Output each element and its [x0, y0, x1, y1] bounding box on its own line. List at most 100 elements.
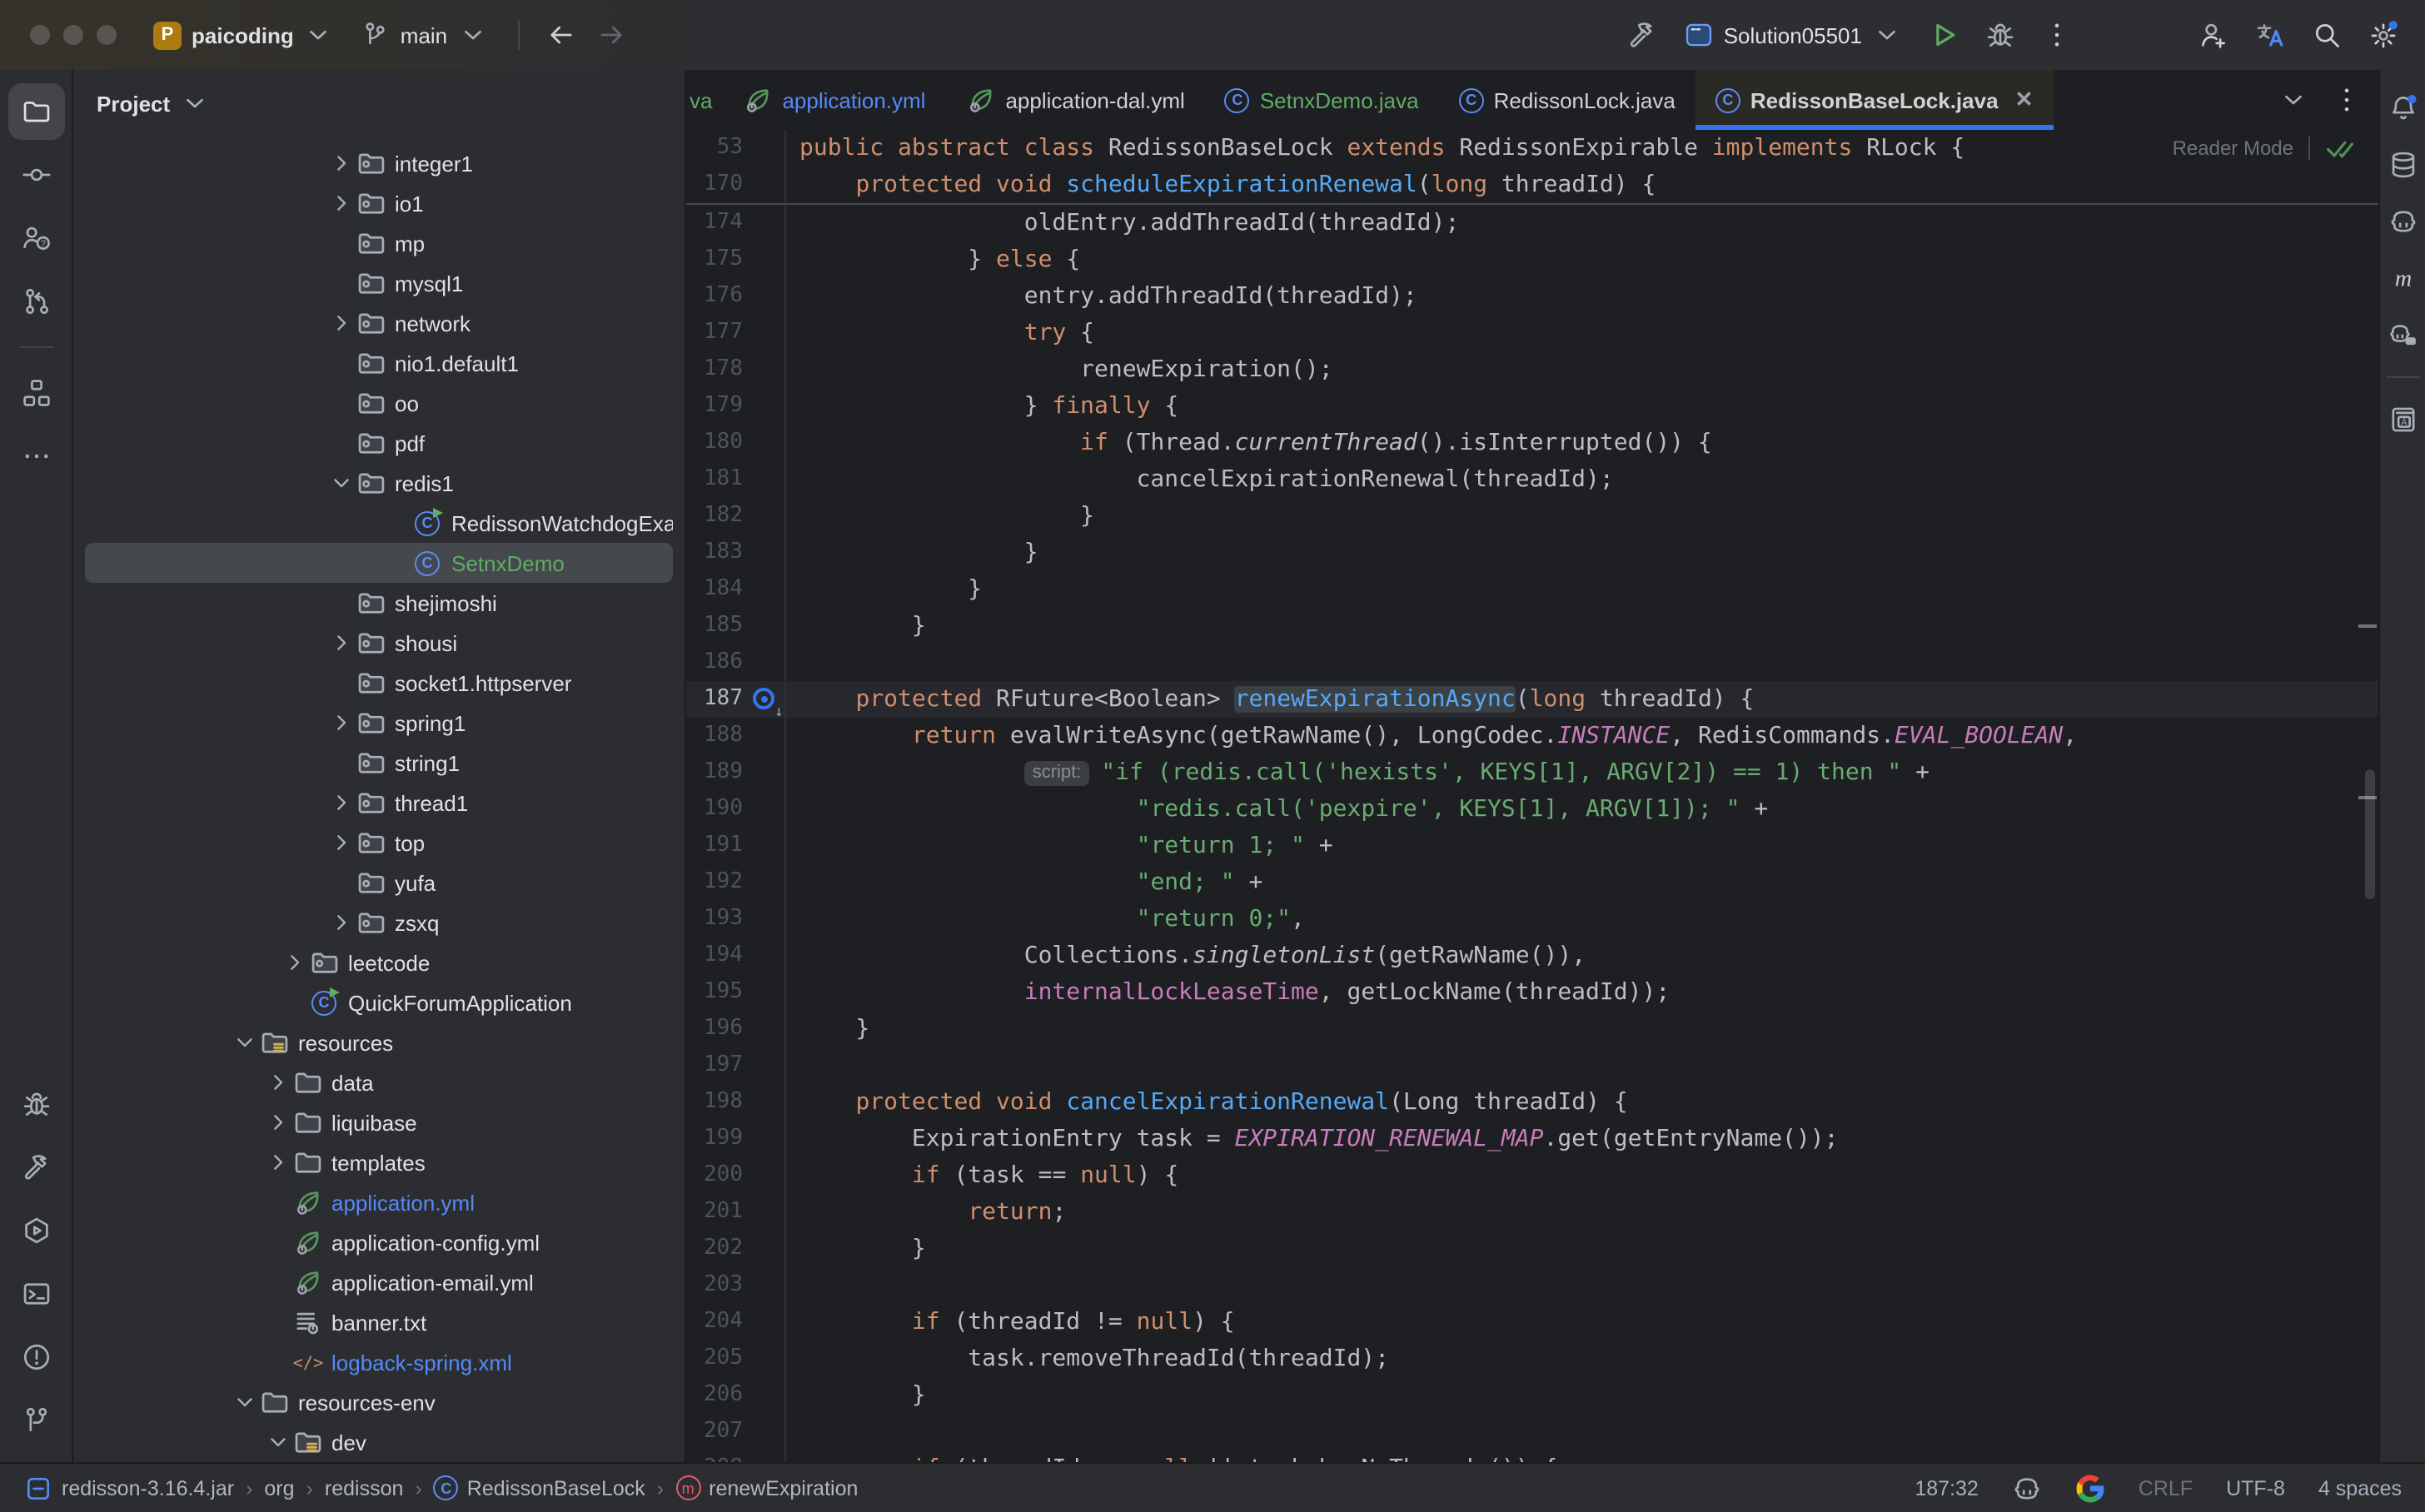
maximize-window-button[interactable]: [97, 25, 117, 45]
tool-more-button[interactable]: [7, 428, 64, 485]
close-tab-icon[interactable]: ✕: [2015, 87, 2034, 113]
line-number[interactable]: 204: [686, 1304, 743, 1340]
line-number[interactable]: 191: [686, 828, 743, 864]
chevron-down-icon[interactable]: [326, 470, 356, 496]
tree-item-io1[interactable]: io1: [85, 183, 673, 223]
line-number[interactable]: 180: [686, 425, 743, 461]
chevron-down-icon[interactable]: [230, 1029, 260, 1056]
breadcrumb-redisson[interactable]: redisson: [325, 1476, 404, 1500]
tree-item-yufa[interactable]: yufa: [85, 863, 673, 903]
line-number[interactable]: 185: [686, 608, 743, 644]
chevron-right-icon[interactable]: [265, 1107, 291, 1137]
chevron-down-icon[interactable]: [230, 1389, 260, 1415]
tree-item-application-email-yml[interactable]: application-email.yml: [85, 1262, 673, 1302]
breadcrumb-renewexpiration[interactable]: m renewExpiration: [675, 1475, 858, 1500]
chevron-right-icon[interactable]: [328, 148, 355, 178]
tab-application-dal-yml[interactable]: application-dal.yml: [945, 70, 1204, 130]
tree-item-liquibase[interactable]: liquibase: [85, 1102, 673, 1142]
tool-maven-button[interactable]: m: [2381, 253, 2424, 303]
reader-mode-label[interactable]: Reader Mode: [2173, 137, 2293, 160]
tab-redissonlock-java[interactable]: C RedissonLock.java: [1439, 70, 1696, 130]
editor-area[interactable]: va application.yml application-dal.yml C Set…: [686, 70, 2378, 1462]
caret-position[interactable]: 187:32: [1915, 1476, 1978, 1500]
tool-problems-button[interactable]: [7, 1329, 64, 1385]
line-number[interactable]: 196: [686, 1011, 743, 1047]
line-number[interactable]: 200: [686, 1157, 743, 1194]
tool-structure-button[interactable]: [7, 365, 64, 421]
google-icon[interactable]: [2075, 1473, 2105, 1503]
line-number[interactable]: 181: [686, 461, 743, 498]
tree-item-quickforumapplication[interactable]: C QuickForumApplication: [85, 982, 673, 1022]
line-number[interactable]: 205: [686, 1340, 743, 1377]
chevron-right-icon[interactable]: [328, 308, 355, 338]
tree-item-redissonwatchdogexample[interactable]: C RedissonWatchdogExample: [85, 503, 673, 543]
tool-services-button[interactable]: [7, 1202, 64, 1259]
tree-item-network[interactable]: network: [85, 303, 673, 343]
tree-item-top[interactable]: top: [85, 823, 673, 863]
run-configuration-selector[interactable]: Solution05501: [1674, 15, 1912, 55]
search-everywhere-button[interactable]: [2302, 12, 2352, 58]
line-ending-indicator[interactable]: CRLF: [2139, 1476, 2193, 1500]
tool-copilot-button[interactable]: [2381, 196, 2424, 246]
tab-options-button[interactable]: [2322, 77, 2372, 123]
line-number[interactable]: 192: [686, 864, 743, 901]
chevron-right-icon[interactable]: [281, 947, 308, 977]
line-number[interactable]: 176: [686, 278, 743, 315]
tree-item-resources[interactable]: resources: [85, 1022, 673, 1062]
tree-item-string1[interactable]: string1: [85, 743, 673, 783]
scrollbar-mark[interactable]: [2358, 624, 2377, 628]
chevron-down-icon[interactable]: [180, 88, 210, 118]
tree-item-redis1[interactable]: redis1: [85, 463, 673, 503]
forward-button[interactable]: [585, 12, 635, 58]
line-number[interactable]: 189: [686, 754, 743, 791]
tool-dictionary-button[interactable]: A: [2381, 395, 2424, 445]
line-number[interactable]: 188: [686, 718, 743, 754]
tree-item-oo[interactable]: oo: [85, 383, 673, 423]
chevron-right-icon[interactable]: [328, 708, 355, 738]
line-number[interactable]: 182: [686, 498, 743, 535]
tab-setnxdemo-java[interactable]: C SetnxDemo.java: [1205, 70, 1439, 130]
line-number[interactable]: 198: [686, 1084, 743, 1121]
tool-build-button[interactable]: [7, 1139, 64, 1196]
tree-item-dev[interactable]: dev: [85, 1422, 673, 1462]
tree-item-leetcode[interactable]: leetcode: [85, 943, 673, 982]
line-number[interactable]: 170: [686, 167, 743, 203]
tab-application-yml[interactable]: application.yml: [722, 70, 945, 130]
code-viewport[interactable]: 174 oldEntry.addThreadId(threadId); 175 }…: [686, 205, 2378, 1462]
line-number[interactable]: 179: [686, 388, 743, 425]
tool-notifications-button[interactable]: [2381, 83, 2424, 133]
line-number[interactable]: 195: [686, 974, 743, 1011]
branch-widget[interactable]: main: [347, 13, 500, 57]
overridden-method-gutter-icon[interactable]: ↓: [749, 681, 786, 721]
line-number[interactable]: 175: [686, 241, 743, 278]
tree-item-socket1-httpserver[interactable]: socket1.httpserver: [85, 663, 673, 703]
encoding-indicator[interactable]: UTF-8: [2226, 1476, 2285, 1500]
more-actions-button[interactable]: [2032, 12, 2082, 58]
tree-item-spring1[interactable]: spring1: [85, 703, 673, 743]
chevron-right-icon[interactable]: [265, 1067, 291, 1097]
close-window-button[interactable]: [30, 25, 50, 45]
tool-vcs-graph-button[interactable]: [7, 273, 64, 330]
tool-project-folder-button[interactable]: [7, 83, 64, 140]
chevron-right-icon[interactable]: [328, 788, 355, 818]
line-number[interactable]: 177: [686, 315, 743, 351]
translate-button[interactable]: [2245, 12, 2295, 58]
line-number[interactable]: 197: [686, 1047, 743, 1084]
tree-item-mysql1[interactable]: mysql1: [85, 263, 673, 303]
tab-redissonbaselock-java[interactable]: C RedissonBaseLock.java ✕: [1695, 70, 2054, 130]
tree-item-shejimoshi[interactable]: shejimoshi: [85, 583, 673, 623]
tool-commit-button[interactable]: [7, 147, 64, 203]
breadcrumb-redissonbaselock[interactable]: C RedissonBaseLock: [433, 1475, 645, 1500]
chevron-right-icon[interactable]: [328, 828, 355, 858]
line-number[interactable]: 184: [686, 571, 743, 608]
tree-item-application-config-yml[interactable]: application-config.yml: [85, 1222, 673, 1262]
settings-button[interactable]: [2358, 12, 2408, 58]
tree-item-shousi[interactable]: shousi: [85, 623, 673, 663]
tree-item-banner-txt[interactable]: banner.txt: [85, 1302, 673, 1342]
tool-debug-button[interactable]: [7, 1076, 64, 1132]
line-number[interactable]: 201: [686, 1194, 743, 1231]
line-number[interactable]: 206: [686, 1377, 743, 1414]
line-number[interactable]: 53: [686, 130, 743, 167]
line-number[interactable]: 183: [686, 535, 743, 571]
tool-database-button[interactable]: [2381, 140, 2424, 190]
